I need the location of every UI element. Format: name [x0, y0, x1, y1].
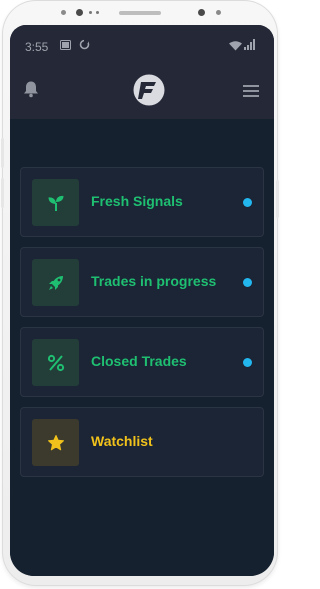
sensor-dot [198, 9, 205, 16]
rocket-icon [32, 259, 79, 306]
menu-card-watchlist[interactable]: Watchlist [20, 407, 264, 477]
percent-icon [32, 339, 79, 386]
menu-card-label: Trades in progress [91, 273, 217, 289]
menu-card-closed-trades[interactable]: Closed Trades [20, 327, 264, 397]
wifi-icon [229, 40, 242, 54]
hamburger-menu-icon[interactable] [243, 83, 259, 97]
star-icon [32, 419, 79, 466]
sensor-dot [61, 10, 66, 15]
volume-down-button [1, 178, 4, 208]
power-button [276, 180, 279, 218]
status-time: 3:55 [25, 40, 49, 54]
sensor-dot [96, 11, 99, 14]
bell-icon[interactable] [22, 80, 40, 98]
signal-icon [244, 39, 256, 53]
sync-icon [79, 39, 90, 53]
front-camera-icon [76, 9, 83, 16]
phone-frame: 3:55 Fresh Signals Trades in progress Cl… [1, 0, 279, 586]
app-logo[interactable] [132, 73, 166, 107]
app-screen: 3:55 Fresh Signals Trades in progress Cl… [10, 25, 274, 576]
image-icon [60, 39, 71, 53]
sensor-dot [89, 11, 92, 14]
earpiece-speaker [119, 11, 161, 15]
app-header [10, 63, 274, 119]
new-indicator-dot [243, 278, 252, 287]
menu-card-label: Watchlist [91, 433, 153, 449]
main-content: Fresh Signals Trades in progress Closed … [10, 119, 274, 576]
status-bar: 3:55 [10, 25, 274, 63]
sprout-icon [32, 179, 79, 226]
menu-card-label: Closed Trades [91, 353, 187, 369]
menu-card-trades-in-progress[interactable]: Trades in progress [20, 247, 264, 317]
sensor-dot [216, 10, 221, 15]
new-indicator-dot [243, 358, 252, 367]
menu-card-label: Fresh Signals [91, 193, 183, 209]
menu-card-fresh-signals[interactable]: Fresh Signals [20, 167, 264, 237]
new-indicator-dot [243, 198, 252, 207]
volume-up-button [1, 138, 4, 168]
